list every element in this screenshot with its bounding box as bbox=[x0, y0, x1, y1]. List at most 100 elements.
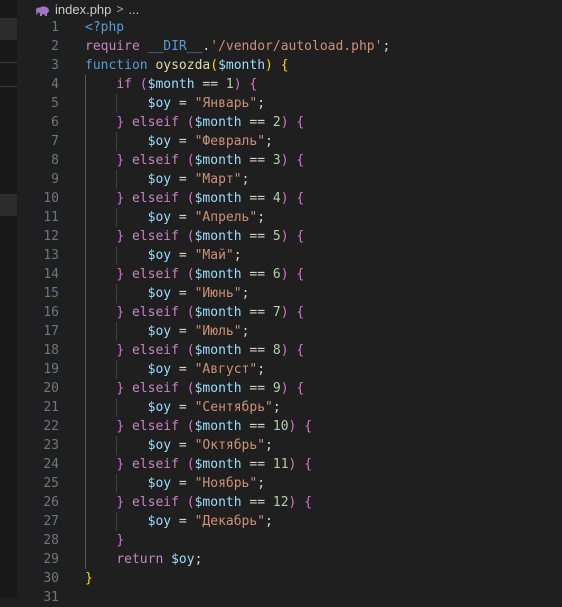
indent-guide bbox=[116, 170, 118, 189]
php-elephant-icon bbox=[35, 4, 50, 16]
code-line[interactable]: 19 $oy = "Август"; bbox=[17, 360, 562, 379]
code-text: } elseif ($month == 12) { bbox=[116, 495, 313, 510]
breadcrumb: index.php > ... bbox=[17, 0, 562, 18]
code-line[interactable]: 17 $oy = "Июль"; bbox=[17, 322, 562, 341]
code-text: } elseif ($month == 5) { bbox=[116, 229, 305, 244]
line-number: 26 bbox=[43, 495, 59, 510]
side-panel-selected-item bbox=[0, 18, 17, 40]
line-number: 10 bbox=[43, 191, 59, 206]
code-text: } elseif ($month == 2) { bbox=[116, 115, 305, 130]
line-number: 15 bbox=[43, 286, 59, 301]
code-line[interactable]: 26 } elseif ($month == 12) { bbox=[17, 493, 562, 512]
code-line[interactable]: 12 } elseif ($month == 5) { bbox=[17, 227, 562, 246]
line-number: 28 bbox=[43, 533, 59, 548]
indent-guide bbox=[116, 208, 118, 227]
code-line[interactable]: 20 } elseif ($month == 9) { bbox=[17, 379, 562, 398]
indent-guide bbox=[85, 75, 86, 569]
side-panel-divider bbox=[0, 62, 17, 63]
code-text: $oy = "Март"; bbox=[147, 172, 250, 187]
code-line[interactable]: 3 function oysozda($month) { bbox=[17, 56, 562, 75]
indent-guide bbox=[116, 398, 118, 417]
line-number: 19 bbox=[43, 362, 59, 377]
code-line[interactable]: 10 } elseif ($month == 4) { bbox=[17, 189, 562, 208]
code-text: $oy = "Октябрь"; bbox=[147, 438, 273, 453]
line-number: 12 bbox=[43, 229, 59, 244]
code-line[interactable]: 22 } elseif ($month == 10) { bbox=[17, 417, 562, 436]
line-number: 20 bbox=[43, 381, 59, 396]
line-number: 13 bbox=[43, 248, 59, 263]
indent-guide bbox=[116, 436, 118, 455]
code-line[interactable]: 14 } elseif ($month == 6) { bbox=[17, 265, 562, 284]
line-number: 1 bbox=[51, 20, 59, 35]
code-text: $oy = "Февраль"; bbox=[147, 134, 273, 149]
line-number: 14 bbox=[43, 267, 59, 282]
code-line[interactable]: 6 } elseif ($month == 2) { bbox=[17, 113, 562, 132]
code-text: } bbox=[116, 533, 125, 548]
line-number: 6 bbox=[51, 115, 59, 130]
code-text: $oy = "Ноябрь"; bbox=[147, 476, 266, 491]
code-text: } elseif ($month == 4) { bbox=[116, 191, 305, 206]
code-line[interactable]: 28 } bbox=[17, 531, 562, 550]
code-line[interactable]: 4 if ($month == 1) { bbox=[17, 75, 562, 94]
code-text: $oy = "Июль"; bbox=[147, 324, 250, 339]
code-line[interactable]: 23 $oy = "Октябрь"; bbox=[17, 436, 562, 455]
code-text: function oysozda($month) { bbox=[85, 58, 289, 73]
line-number: 30 bbox=[43, 571, 59, 586]
code-text: } bbox=[85, 571, 93, 586]
breadcrumb-file[interactable]: index.php bbox=[55, 2, 111, 17]
indent-guide bbox=[116, 132, 118, 151]
code-text: require __DIR__.'/vendor/autoload.php'; bbox=[85, 39, 391, 54]
code-line[interactable]: 7 $oy = "Февраль"; bbox=[17, 132, 562, 151]
code-line[interactable]: 8 } elseif ($month == 3) { bbox=[17, 151, 562, 170]
line-number: 4 bbox=[51, 77, 59, 92]
code-line[interactable]: 18 } elseif ($month == 8) { bbox=[17, 341, 562, 360]
code-text: } elseif ($month == 10) { bbox=[116, 419, 313, 434]
code-line[interactable]: 29 return $oy; bbox=[17, 550, 562, 569]
line-number: 5 bbox=[51, 96, 59, 111]
code-line[interactable]: 9 $oy = "Март"; bbox=[17, 170, 562, 189]
line-number: 17 bbox=[43, 324, 59, 339]
line-number: 11 bbox=[43, 210, 59, 225]
code-text: } elseif ($month == 11) { bbox=[116, 457, 313, 472]
code-line[interactable]: 11 $oy = "Апрель"; bbox=[17, 208, 562, 227]
code-editor[interactable]: 1 <?php 2 require __DIR__.'/vendor/autoload… bbox=[17, 18, 562, 605]
line-number: 2 bbox=[51, 39, 59, 54]
code-line[interactable]: 25 $oy = "Ноябрь"; bbox=[17, 474, 562, 493]
indent-guide bbox=[116, 512, 118, 531]
breadcrumb-more[interactable]: ... bbox=[128, 2, 139, 17]
line-number: 23 bbox=[43, 438, 59, 453]
code-line[interactable]: 1 <?php bbox=[17, 18, 562, 37]
code-line[interactable]: 21 $oy = "Сентябрь"; bbox=[17, 398, 562, 417]
line-number: 9 bbox=[51, 172, 59, 187]
code-text: $oy = "Декабрь"; bbox=[147, 514, 273, 529]
line-number: 16 bbox=[43, 305, 59, 320]
indent-guide bbox=[116, 284, 118, 303]
side-panel-highlight bbox=[0, 194, 17, 216]
code-line[interactable]: 13 $oy = "Май"; bbox=[17, 246, 562, 265]
line-number: 7 bbox=[51, 134, 59, 149]
code-line[interactable]: 30} bbox=[17, 569, 562, 588]
code-line[interactable]: 2 require __DIR__.'/vendor/autoload.php'; bbox=[17, 37, 562, 56]
indent-guide bbox=[116, 94, 118, 113]
line-number: 22 bbox=[43, 419, 59, 434]
indent-guide bbox=[116, 246, 118, 265]
code-line[interactable]: 5 $oy = "Январь"; bbox=[17, 94, 562, 113]
side-panel-divider bbox=[0, 86, 17, 87]
code-text: } elseif ($month == 9) { bbox=[116, 381, 305, 396]
code-line[interactable]: 15 $oy = "Июнь"; bbox=[17, 284, 562, 303]
line-number: 25 bbox=[43, 476, 59, 491]
line-number: 8 bbox=[51, 153, 59, 168]
side-panel-edge bbox=[0, 0, 17, 598]
code-line[interactable]: 24 } elseif ($month == 11) { bbox=[17, 455, 562, 474]
breadcrumb-separator: > bbox=[116, 2, 124, 16]
code-line[interactable]: 16 } elseif ($month == 7) { bbox=[17, 303, 562, 322]
code-text: $oy = "Июнь"; bbox=[147, 286, 250, 301]
line-number: 21 bbox=[43, 400, 59, 415]
code-text: $oy = "Январь"; bbox=[147, 96, 266, 111]
code-text: $oy = "Май"; bbox=[147, 248, 242, 263]
line-number: 18 bbox=[43, 343, 59, 358]
code-text: } elseif ($month == 6) { bbox=[116, 267, 305, 282]
indent-guide bbox=[116, 474, 118, 493]
line-number: 27 bbox=[43, 514, 59, 529]
code-line[interactable]: 27 $oy = "Декабрь"; bbox=[17, 512, 562, 531]
